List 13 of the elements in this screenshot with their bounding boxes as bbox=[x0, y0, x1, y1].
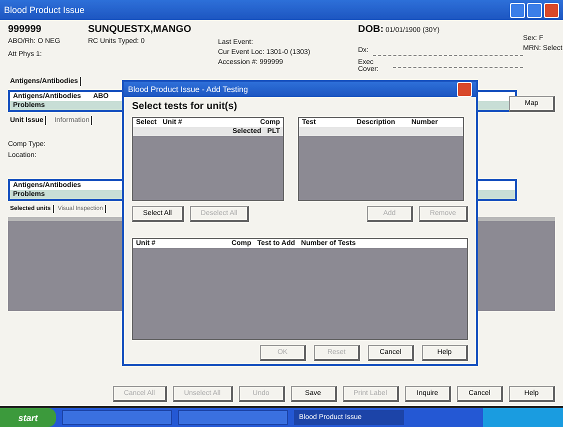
close-icon[interactable] bbox=[544, 2, 559, 18]
window-title: Blood Product Issue bbox=[4, 5, 85, 15]
taskbar-item[interactable] bbox=[62, 410, 172, 425]
dialog-title: Blood Product Issue - Add Testing bbox=[128, 85, 248, 94]
dialog-prompt: Select tests for unit(s) bbox=[132, 101, 238, 112]
minimize-icon[interactable] bbox=[510, 2, 525, 18]
taskbar-item[interactable] bbox=[178, 410, 288, 425]
start-button[interactable]: start bbox=[0, 408, 56, 427]
patient-id: 999999 bbox=[8, 24, 42, 35]
patient-name: SUNQUESTX,MANGO bbox=[88, 24, 192, 35]
dob-label: DOB: bbox=[358, 24, 384, 35]
maximize-icon[interactable] bbox=[527, 2, 542, 18]
close-icon[interactable] bbox=[457, 82, 472, 97]
